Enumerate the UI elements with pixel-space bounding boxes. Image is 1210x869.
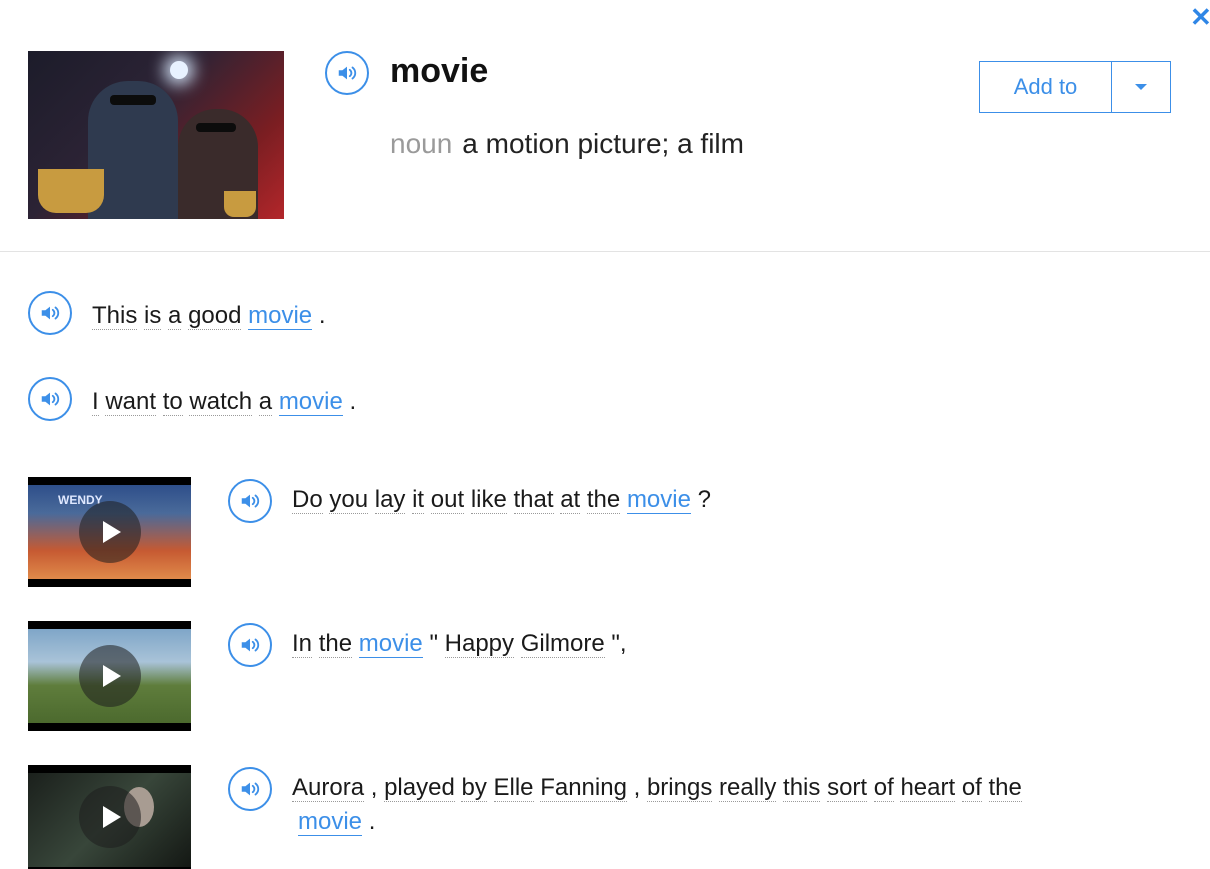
word-token[interactable]: that — [513, 487, 554, 514]
word-token[interactable]: of — [961, 775, 982, 802]
video-sentence-continued: movie . — [298, 805, 375, 839]
punctuation: " — [429, 630, 438, 657]
word-token[interactable]: you — [329, 487, 369, 514]
video-sentence: Do you lay it out like that at the movie… — [292, 483, 711, 517]
word-token[interactable]: it — [412, 487, 425, 514]
word-token[interactable]: played — [384, 775, 455, 802]
example-sentence: This is a good movie . — [92, 299, 326, 333]
word-token[interactable]: the — [586, 487, 621, 514]
example-audio-button[interactable] — [28, 291, 72, 335]
punctuation: ", — [611, 630, 627, 657]
word-token[interactable]: sort — [827, 775, 868, 802]
speaker-icon — [241, 638, 260, 652]
word-token[interactable]: brings — [646, 775, 713, 802]
speaker-icon — [41, 392, 60, 406]
add-to-button[interactable]: Add to — [980, 62, 1112, 112]
add-to-control: Add to — [979, 61, 1171, 113]
play-icon[interactable] — [78, 786, 141, 848]
word-token[interactable]: This — [92, 303, 138, 330]
punctuation: . — [349, 388, 357, 415]
word-token[interactable]: Gilmore — [520, 631, 605, 658]
word-token[interactable]: want — [105, 389, 157, 416]
video-sentence: In the movie " Happy Gilmore ", — [292, 627, 627, 661]
add-to-dropdown-button[interactable] — [1112, 62, 1170, 112]
word-token[interactable]: Elle — [493, 775, 534, 802]
speaker-icon — [241, 782, 260, 796]
word-image — [28, 51, 284, 219]
word-token[interactable]: Happy — [444, 631, 515, 658]
close-icon[interactable]: ✕ — [1190, 4, 1210, 30]
video-thumbnail[interactable]: WENDY — [28, 477, 191, 587]
example-audio-button[interactable] — [28, 377, 72, 421]
word-token[interactable]: by — [461, 775, 487, 802]
punctuation: , — [370, 774, 378, 801]
video-audio-button[interactable] — [228, 479, 272, 523]
word-token[interactable]: I — [92, 389, 99, 416]
word-token[interactable]: this — [783, 775, 821, 802]
word-token[interactable]: like — [470, 487, 507, 514]
speaker-icon — [338, 66, 357, 80]
part-of-speech: noun — [390, 128, 453, 159]
punctuation: . — [318, 302, 326, 329]
example-sentence: I want to watch a movie . — [92, 385, 356, 419]
video-thumbnail[interactable] — [28, 765, 191, 869]
word-token[interactable]: heart — [900, 775, 956, 802]
keyword-token[interactable]: movie — [278, 389, 343, 416]
keyword-token[interactable]: movie — [298, 809, 363, 836]
word-token[interactable]: Aurora — [292, 775, 365, 802]
word-token[interactable]: good — [188, 303, 242, 330]
word-token[interactable]: out — [430, 487, 465, 514]
word-token[interactable]: Do — [292, 487, 323, 514]
video-sentence: Aurora , played by Elle Fanning , brings… — [292, 771, 1022, 805]
speaker-icon — [41, 306, 60, 320]
punctuation: . — [368, 808, 376, 835]
video-audio-button[interactable] — [228, 623, 272, 667]
word-token[interactable]: is — [144, 303, 162, 330]
word-token[interactable]: the — [988, 775, 1022, 802]
caret-down-icon — [1135, 84, 1147, 90]
word-token[interactable]: watch — [189, 389, 253, 416]
keyword-token[interactable]: movie — [358, 631, 423, 658]
word-token[interactable]: lay — [374, 487, 406, 514]
keyword-token[interactable]: movie — [248, 303, 313, 330]
punctuation: , — [633, 774, 641, 801]
word-token[interactable]: to — [162, 389, 183, 416]
word-token[interactable]: a — [168, 303, 182, 330]
word-token[interactable]: at — [560, 487, 581, 514]
word-token[interactable]: In — [292, 631, 313, 658]
word-token[interactable]: a — [258, 389, 273, 416]
word-token[interactable]: Fanning — [540, 775, 627, 802]
punctuation: ? — [697, 486, 711, 513]
video-audio-button[interactable] — [228, 767, 272, 811]
video-thumbnail[interactable] — [28, 621, 191, 731]
section-divider — [0, 251, 1210, 252]
speaker-icon — [241, 494, 260, 508]
word-token[interactable]: the — [318, 631, 353, 658]
definition: noun a motion picture; a film — [390, 128, 744, 160]
play-icon[interactable] — [78, 645, 141, 707]
word-token[interactable]: really — [719, 775, 777, 802]
play-icon[interactable] — [78, 501, 141, 563]
keyword-token[interactable]: movie — [626, 487, 691, 514]
definition-text: a motion picture; a film — [462, 128, 744, 159]
headword: movie — [390, 52, 489, 90]
word-audio-button[interactable] — [325, 51, 369, 95]
word-token[interactable]: of — [873, 775, 894, 802]
